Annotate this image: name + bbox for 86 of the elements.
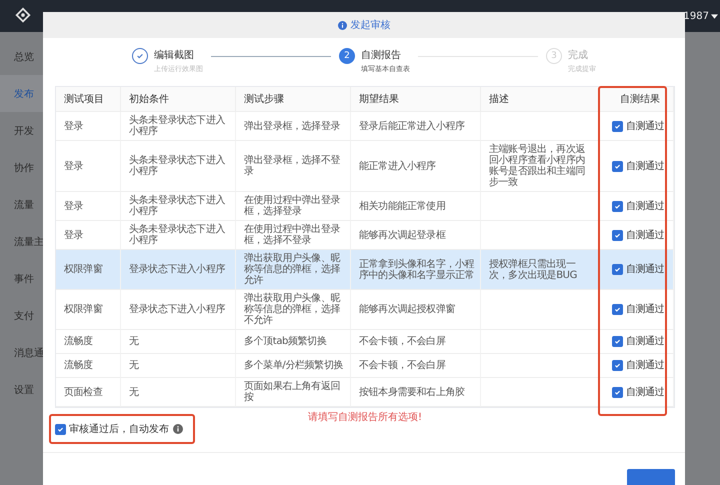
sidebar-item[interactable]: 消息通 bbox=[0, 334, 44, 371]
table-cell: 头条未登录状态下进入小程序 bbox=[121, 112, 236, 141]
table-cell: 登录 bbox=[56, 221, 121, 250]
sidebar-item[interactable]: 流量主 bbox=[0, 223, 44, 260]
table-cell: 不会卡顿，不会白屏 bbox=[351, 330, 481, 354]
table-cell: 正常拿到头像和名字，小程序中的头像和名字显示正常 bbox=[351, 250, 481, 290]
table-cell: 无 bbox=[121, 354, 236, 378]
user-menu[interactable]: 1987 bbox=[684, 10, 718, 22]
step-title: 编辑截图 bbox=[154, 48, 195, 62]
table-cell: 在使用过程中弹出登录框，选择登录 bbox=[236, 192, 351, 221]
result-checkbox[interactable]: 自测通过 bbox=[612, 304, 664, 315]
column-header: 初始条件 bbox=[121, 87, 236, 112]
checkmark-icon bbox=[136, 52, 144, 60]
step-indicator: 2 bbox=[339, 48, 355, 64]
table-cell: 流畅度 bbox=[56, 330, 121, 354]
table-cell: 头条未登录状态下进入小程序 bbox=[121, 141, 236, 192]
sidebar-item[interactable]: 开发 bbox=[0, 112, 44, 149]
warning-message: 请填写自测报告所有选项! bbox=[308, 410, 422, 424]
table-cell: 能够再次调起授权弹窗 bbox=[351, 290, 481, 330]
checkmark-icon bbox=[614, 306, 621, 313]
result-checkbox[interactable]: 自测通过 bbox=[612, 200, 664, 212]
checkmark-icon bbox=[57, 426, 64, 432]
column-header: 测试项目 bbox=[56, 87, 121, 112]
table-cell: 页面如果右上角有返回按 bbox=[236, 378, 351, 407]
table-cell: 多个菜单/分栏频繁切换 bbox=[236, 354, 351, 378]
result-checkbox[interactable]: 自测通过 bbox=[612, 336, 664, 347]
table-cell: 无 bbox=[121, 330, 236, 354]
result-checkbox[interactable]: 自测通过 bbox=[612, 230, 664, 240]
sidebar-item[interactable]: 支付 bbox=[0, 297, 44, 334]
column-header: 描述 bbox=[481, 87, 599, 112]
table-cell: 登录状态下进入小程序 bbox=[121, 290, 236, 330]
result-checkbox[interactable]: 自测通过 bbox=[612, 160, 664, 172]
step-title: 完成 bbox=[568, 48, 589, 62]
table-cell: 头条未登录状态下进入小程序 bbox=[121, 192, 236, 221]
table-cell: 弹出登录框，选择不登录 bbox=[236, 141, 351, 192]
table-cell: 登录 bbox=[56, 141, 121, 192]
logo-icon bbox=[14, 7, 32, 25]
step-title: 自测报告 bbox=[361, 48, 402, 62]
submit-button[interactable] bbox=[627, 469, 675, 485]
caret-icon bbox=[711, 14, 718, 18]
table-cell: 多个顶tab频繁切换 bbox=[236, 330, 351, 354]
table-cell: 不会卡顿，不会白屏 bbox=[351, 354, 481, 378]
sidebar-item[interactable]: 设置 bbox=[0, 371, 44, 408]
checkmark-icon bbox=[614, 266, 621, 273]
checkmark-icon bbox=[614, 388, 621, 396]
result-checkbox[interactable]: 自测通过 bbox=[612, 264, 664, 275]
table-cell: 登录后能正常进入小程序 bbox=[351, 112, 481, 141]
column-header: 自测结果 bbox=[599, 87, 674, 112]
table-cell: 无 bbox=[121, 378, 236, 407]
table-cell: 弹出登录框，选择登录 bbox=[236, 112, 351, 141]
checkmark-icon bbox=[614, 162, 621, 170]
checkmark-icon bbox=[614, 122, 621, 130]
table-cell: 登录 bbox=[56, 192, 121, 221]
table-cell: 能正常进入小程序 bbox=[351, 141, 481, 192]
table-cell: 弹出获取用户头像、昵称等信息的弹框，选择允许 bbox=[236, 250, 351, 290]
sidebar-item[interactable]: 协作 bbox=[0, 149, 44, 186]
checkmark-icon bbox=[614, 362, 621, 369]
sidebar-item[interactable]: 总览 bbox=[0, 38, 44, 75]
table-cell: 相关功能能正常使用 bbox=[351, 192, 481, 221]
table-cell: 在使用过程中弹出登录框，选择不登录 bbox=[236, 221, 351, 250]
table-cell: 页面检查 bbox=[56, 378, 121, 407]
result-checkbox[interactable]: 自测通过 bbox=[612, 360, 664, 371]
table-cell: 能够再次调起登录框 bbox=[351, 221, 481, 250]
result-checkbox[interactable]: 自测通过 bbox=[612, 120, 664, 132]
info-icon bbox=[173, 424, 183, 434]
info-icon bbox=[338, 20, 346, 30]
table-cell: 权限弹窗 bbox=[56, 250, 121, 290]
sidebar-item[interactable]: 流量 bbox=[0, 186, 44, 223]
checkmark-icon bbox=[614, 202, 621, 210]
auto-publish-checkbox[interactable]: 审核通过后，自动发布 bbox=[55, 422, 169, 436]
table-cell: 流畅度 bbox=[56, 354, 121, 378]
table-cell: 授权弹框只需出现一次，多次出现是BUG bbox=[481, 250, 599, 290]
table-cell: 弹出获取用户头像、昵称等信息的弹框，选择不允许 bbox=[236, 290, 351, 330]
column-header: 测试步骤 bbox=[236, 87, 351, 112]
checkmark-icon bbox=[614, 232, 621, 238]
table-cell: 头条未登录状态下进入小程序 bbox=[121, 221, 236, 250]
table-cell: 登录状态下进入小程序 bbox=[121, 250, 236, 290]
table-cell: 主端账号退出，再次返回小程序查看小程序内账号是否跟出和主端同步一致 bbox=[481, 141, 599, 192]
table-cell: 按钮本身需要和右上角胶 bbox=[351, 378, 481, 407]
result-checkbox[interactable]: 自测通过 bbox=[612, 386, 664, 398]
checkmark-icon bbox=[614, 338, 621, 345]
sidebar-item[interactable]: 事件 bbox=[0, 260, 44, 297]
column-header: 期望结果 bbox=[351, 87, 481, 112]
table-cell: 权限弹窗 bbox=[56, 290, 121, 330]
table-cell: 登录 bbox=[56, 112, 121, 141]
dialog-title: 发起审核 bbox=[350, 18, 390, 32]
